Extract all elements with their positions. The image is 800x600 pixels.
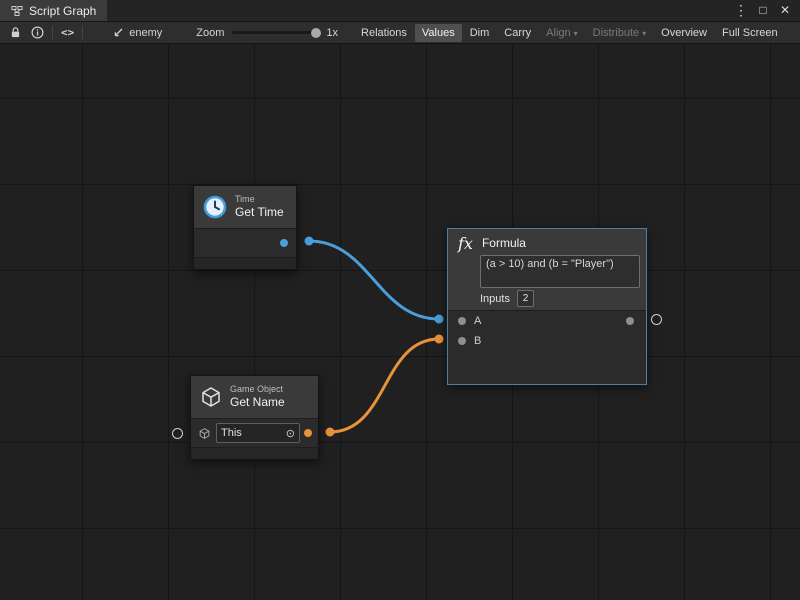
graph-canvas[interactable]: Time Get Time fx Formula (a > 10) and (b… bbox=[0, 44, 800, 600]
wire-endpoint-dot bbox=[435, 335, 444, 344]
align-dropdown-button[interactable]: Align ▾ bbox=[539, 24, 584, 42]
code-view-button[interactable]: <> bbox=[56, 24, 79, 42]
get-name-footer bbox=[191, 447, 318, 459]
inputs-count-field[interactable]: 2 bbox=[517, 290, 534, 307]
zoom-slider[interactable] bbox=[232, 31, 318, 34]
node-title: Get Time bbox=[235, 206, 284, 219]
toolbar-divider bbox=[52, 26, 53, 39]
toolbar-divider bbox=[82, 26, 83, 39]
overview-button[interactable]: Overview bbox=[654, 24, 714, 42]
node-category: Time bbox=[235, 195, 284, 205]
dim-button[interactable]: Dim bbox=[463, 24, 497, 42]
wire-get-time-to-formula[interactable] bbox=[309, 241, 439, 319]
get-name-titles: Game Object Get Name bbox=[230, 385, 285, 409]
graph-name: enemy bbox=[129, 27, 162, 39]
script-graph-window: Script Graph ⋮ □ ✕ <> bbox=[0, 0, 800, 600]
formula-output-port[interactable] bbox=[651, 314, 662, 325]
window-menu-icon[interactable]: ⋮ bbox=[730, 0, 752, 21]
chevron-down-icon: ▾ bbox=[642, 29, 646, 38]
formula-header: fx Formula (a > 10) and (b = "Player") I… bbox=[448, 229, 646, 310]
formula-input-port-a[interactable] bbox=[458, 317, 466, 325]
maximize-icon[interactable]: □ bbox=[752, 0, 774, 21]
lock-icon bbox=[10, 26, 21, 39]
tab-script-graph[interactable]: Script Graph bbox=[0, 0, 107, 21]
zoom-label: Zoom bbox=[196, 27, 224, 39]
get-name-body: This ⊙ bbox=[191, 418, 318, 447]
info-button[interactable] bbox=[26, 24, 49, 42]
target-object-value: This bbox=[221, 427, 242, 439]
get-name-header: Game Object Get Name bbox=[191, 376, 318, 418]
toolbar-buttons: Relations Values Dim Carry Align ▾ Distr… bbox=[354, 24, 785, 42]
node-get-time[interactable]: Time Get Time bbox=[193, 185, 297, 270]
wire-endpoint-dot bbox=[326, 428, 335, 437]
get-time-output-port[interactable] bbox=[280, 239, 288, 247]
get-time-footer bbox=[194, 257, 296, 269]
graph-pointer-icon bbox=[112, 27, 124, 39]
get-time-header: Time Get Time bbox=[194, 186, 296, 228]
wire-endpoint-dot bbox=[435, 315, 444, 324]
node-title: Get Name bbox=[230, 396, 285, 409]
carry-button[interactable]: Carry bbox=[497, 24, 538, 42]
chevron-down-icon: ▾ bbox=[574, 29, 578, 38]
cube-icon-small bbox=[198, 427, 211, 440]
code-view-label: <> bbox=[61, 26, 74, 39]
port-label: A bbox=[474, 315, 481, 327]
relations-button[interactable]: Relations bbox=[354, 24, 414, 42]
zoom-control: Zoom 1x bbox=[196, 27, 338, 39]
formula-port-row-b: B bbox=[448, 331, 646, 351]
toolbar: <> enemy Zoom 1x Relations Values Dim Ca… bbox=[0, 22, 800, 44]
get-name-output-port[interactable] bbox=[304, 429, 312, 437]
info-icon bbox=[31, 26, 44, 39]
graph-breadcrumb[interactable]: enemy bbox=[112, 27, 162, 39]
object-picker-icon[interactable]: ⊙ bbox=[286, 427, 295, 440]
target-object-field[interactable]: This ⊙ bbox=[216, 423, 300, 443]
zoom-value: 1x bbox=[326, 27, 338, 39]
values-button[interactable]: Values bbox=[415, 24, 462, 42]
distribute-dropdown-button[interactable]: Distribute ▾ bbox=[586, 24, 653, 42]
formula-result-port[interactable] bbox=[626, 317, 634, 325]
port-label: B bbox=[474, 335, 481, 347]
formula-input-port-b[interactable] bbox=[458, 337, 466, 345]
inputs-label: Inputs bbox=[480, 293, 510, 305]
connections-layer bbox=[0, 44, 800, 600]
wire-get-name-to-formula[interactable] bbox=[330, 339, 439, 432]
node-formula[interactable]: fx Formula (a > 10) and (b = "Player") I… bbox=[447, 228, 647, 385]
graph-icon bbox=[11, 5, 23, 17]
tab-title: Script Graph bbox=[29, 4, 96, 18]
close-icon[interactable]: ✕ bbox=[774, 0, 796, 21]
formula-expression-input[interactable]: (a > 10) and (b = "Player") bbox=[480, 255, 640, 288]
titlebar: Script Graph ⋮ □ ✕ bbox=[0, 0, 800, 22]
full-screen-button[interactable]: Full Screen bbox=[715, 24, 785, 42]
cube-icon bbox=[199, 385, 223, 409]
lock-button[interactable] bbox=[5, 24, 26, 42]
formula-body: A B bbox=[448, 310, 646, 384]
window-controls: ⋮ □ ✕ bbox=[730, 0, 800, 21]
node-title: Formula bbox=[482, 236, 526, 250]
wire-endpoint-dot bbox=[305, 237, 314, 246]
node-category: Game Object bbox=[230, 385, 285, 395]
fx-icon: fx bbox=[458, 234, 473, 253]
node-get-name[interactable]: Game Object Get Name This ⊙ bbox=[190, 375, 319, 460]
get-name-input-port[interactable] bbox=[172, 428, 183, 439]
clock-icon bbox=[202, 194, 228, 220]
formula-port-row-a: A bbox=[448, 311, 646, 331]
get-time-body bbox=[194, 228, 296, 257]
zoom-slider-handle[interactable] bbox=[311, 28, 321, 38]
get-time-titles: Time Get Time bbox=[235, 195, 284, 219]
